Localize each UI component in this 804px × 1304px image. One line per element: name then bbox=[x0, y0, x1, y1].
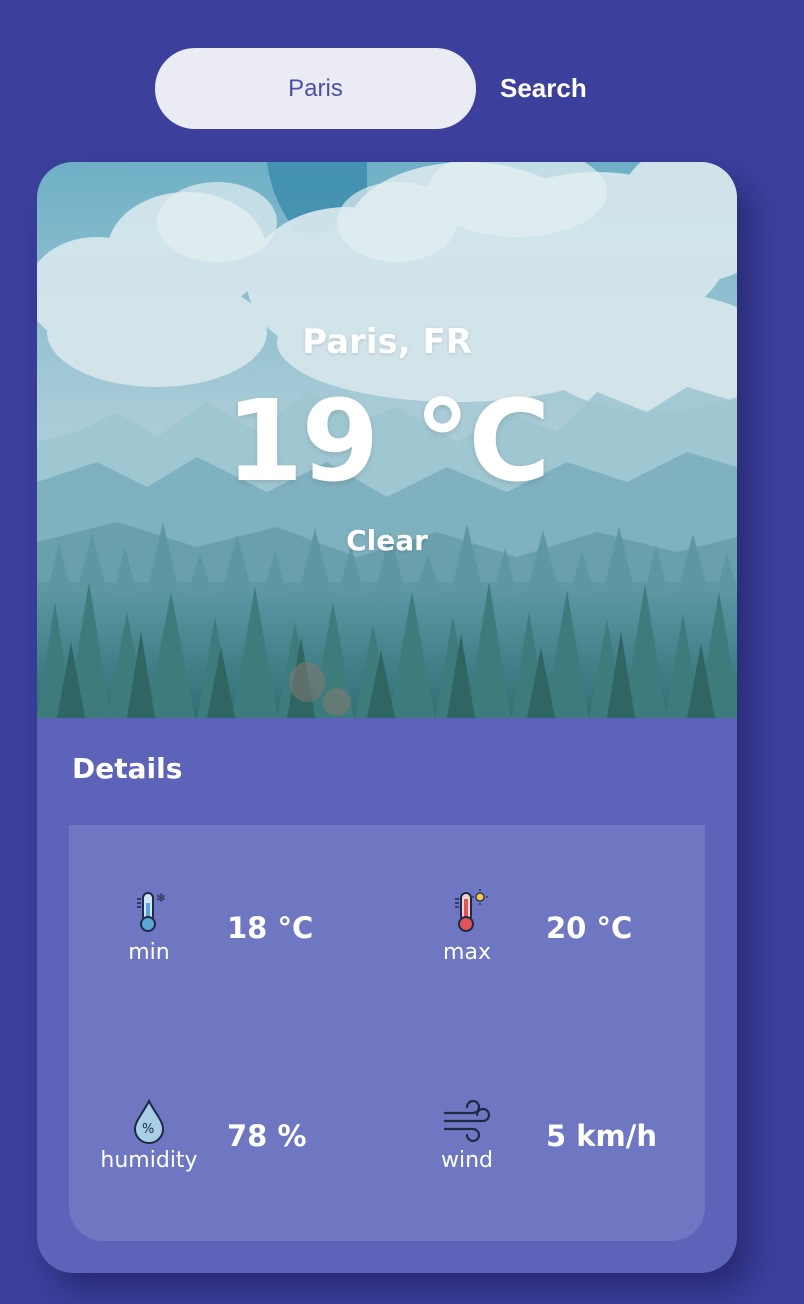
thermometer-hot-icon bbox=[455, 889, 488, 932]
location-label: Paris, FR bbox=[302, 322, 472, 362]
humidity-drop-icon: % bbox=[133, 1098, 165, 1144]
weather-condition: Clear bbox=[346, 524, 428, 557]
wind-icon bbox=[443, 1099, 491, 1143]
humidity-label: humidity bbox=[100, 1148, 198, 1173]
weather-card: Paris, FR 19 °C Clear Details ❄ min 18 °… bbox=[37, 162, 737, 1273]
min-value: 18 °C bbox=[227, 911, 314, 945]
current-temperature: 19 °C bbox=[225, 377, 550, 507]
search-input[interactable] bbox=[155, 48, 476, 129]
search-button[interactable]: Search bbox=[500, 66, 587, 110]
max-value: 20 °C bbox=[546, 911, 633, 945]
svg-text:❄: ❄ bbox=[156, 891, 166, 905]
humidity-value: 78 % bbox=[227, 1119, 307, 1153]
wind-label: wind bbox=[440, 1148, 493, 1173]
thermometer-cold-icon: ❄ bbox=[137, 891, 166, 932]
details-panel: ❄ min 18 °C max 20 °C % humidity 78 % wi… bbox=[69, 825, 705, 1241]
svg-text:%: % bbox=[142, 1122, 154, 1137]
details-title: Details bbox=[72, 752, 183, 785]
max-label: max bbox=[443, 940, 491, 965]
weather-hero-image: Paris, FR 19 °C Clear bbox=[37, 162, 737, 718]
wind-value: 5 km/h bbox=[546, 1119, 658, 1153]
min-label: min bbox=[128, 940, 170, 965]
search-bar bbox=[155, 48, 476, 129]
